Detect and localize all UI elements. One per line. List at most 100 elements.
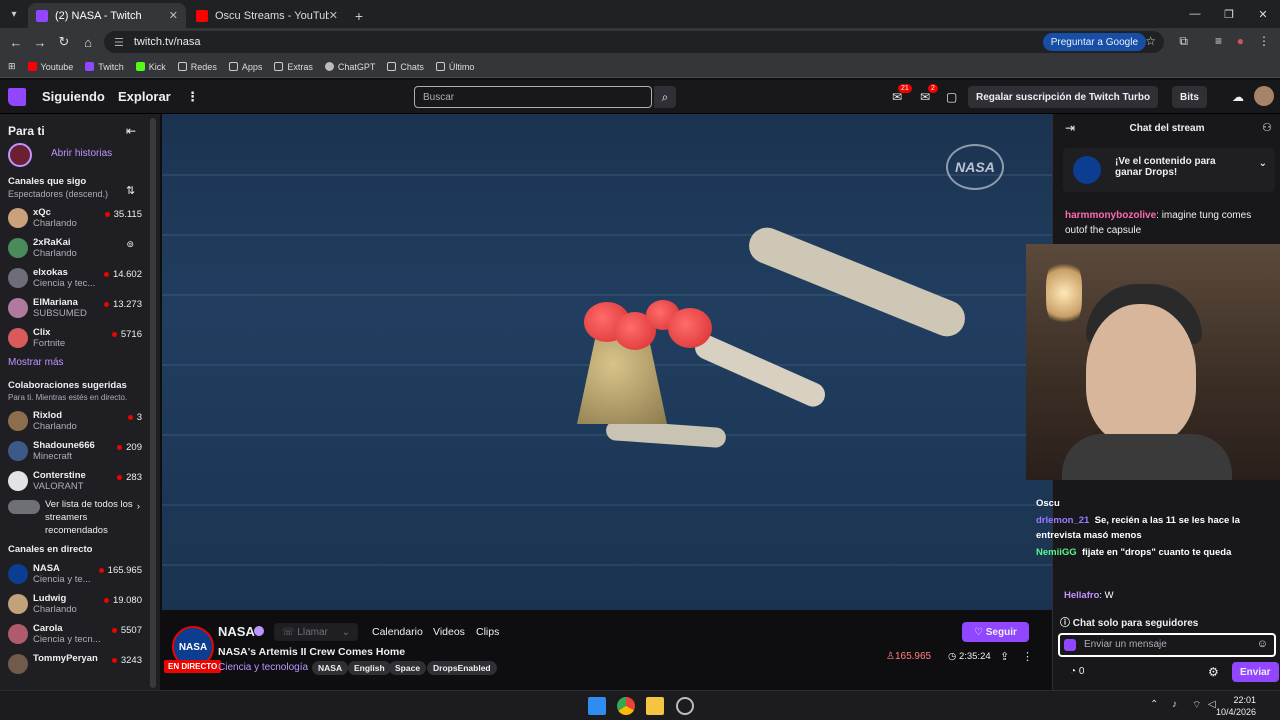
open-stories[interactable]: Abrir historias bbox=[0, 142, 160, 168]
tag-nasa[interactable]: NASA bbox=[312, 661, 349, 675]
bookmark-star-icon[interactable]: ☆ bbox=[1145, 34, 1156, 48]
tray-app-icon[interactable]: ♪ bbox=[1172, 699, 1177, 710]
sidebar-channel[interactable]: Clix Fortnite 5716 bbox=[0, 323, 160, 353]
bookmark-apps[interactable]: Apps bbox=[228, 62, 262, 72]
tab-search-icon[interactable]: ▾ bbox=[0, 0, 28, 28]
tab-videos[interactable]: Videos bbox=[433, 626, 465, 638]
user-avatar[interactable] bbox=[1254, 86, 1274, 106]
sidebar-channel[interactable]: xQc Charlando 35.115 bbox=[0, 203, 160, 233]
reload-icon[interactable]: ↻ bbox=[52, 34, 76, 50]
whispers-icon[interactable]: ▢ bbox=[946, 90, 957, 104]
followed-sort-label[interactable]: Espectadores (descend.) bbox=[0, 187, 160, 203]
bookmark-kick[interactable]: Kick bbox=[135, 62, 166, 72]
apps-grid-icon[interactable]: ⊞ bbox=[8, 61, 16, 72]
close-window-icon[interactable]: ✕ bbox=[1246, 0, 1280, 28]
tag-english[interactable]: English bbox=[348, 661, 391, 675]
restore-icon[interactable]: ❐ bbox=[1212, 0, 1246, 28]
reading-list-icon[interactable]: ≡ bbox=[1215, 34, 1222, 48]
tab-clips[interactable]: Clips bbox=[476, 626, 499, 638]
address-bar[interactable]: ☰ twitch.tv/nasa bbox=[104, 31, 1164, 53]
chevron-down-icon[interactable]: ⌄ bbox=[1259, 158, 1267, 169]
twitch-logo-icon[interactable] bbox=[8, 88, 26, 106]
bookmark-youtube[interactable]: Youtube bbox=[27, 62, 73, 72]
chat-message: harmmonybozolive: imagine tung comes out… bbox=[1065, 208, 1271, 238]
tag-dropsenabled[interactable]: DropsEnabled bbox=[427, 661, 497, 675]
extensions-icon[interactable]: ⧉ bbox=[1179, 34, 1188, 49]
browser-tab-twitch[interactable]: (2) NASA - Twitch ✕ bbox=[28, 3, 186, 28]
bookmark-redes[interactable]: Redes bbox=[177, 62, 217, 72]
search-icon[interactable]: ⌕ bbox=[654, 86, 676, 108]
video-player[interactable]: NASA bbox=[162, 114, 1052, 610]
bookmark-extras[interactable]: Extras bbox=[274, 62, 313, 72]
minimize-icon[interactable]: — bbox=[1178, 0, 1212, 28]
more-options-icon[interactable]: ⋮ bbox=[1022, 650, 1033, 663]
volume-icon[interactable]: ◁ bbox=[1208, 699, 1216, 710]
sidebar-channel[interactable]: elxokas Ciencia y tec... 14.602 bbox=[0, 263, 160, 293]
sidebar-channel[interactable]: Conterstine VALORANT 283 bbox=[0, 466, 160, 496]
sidebar-channel[interactable]: TommyPeryan 3243 bbox=[0, 649, 160, 679]
network-icon[interactable]: ⌔ bbox=[1192, 699, 1201, 712]
ask-google-button[interactable]: Preguntar a Google bbox=[1042, 33, 1146, 51]
sidebar-channel[interactable]: ElMariana SUBSUMED 13.273 bbox=[0, 293, 160, 323]
nav-browse[interactable]: Explorar bbox=[118, 89, 171, 104]
ask-google-label: Preguntar a Google bbox=[1050, 36, 1138, 48]
sidebar-channel[interactable]: Ludwig Charlando 19.080 bbox=[0, 589, 160, 619]
sidebar-channel[interactable]: Shadoune666 Minecraft 209 bbox=[0, 436, 160, 466]
browser-tab-youtube[interactable]: Oscu Streams - YouTube ✕ bbox=[188, 3, 346, 28]
drops-banner[interactable]: ¡Ve el contenido para ganar Drops! ⌄ bbox=[1063, 148, 1275, 192]
close-tab-icon[interactable]: ✕ bbox=[329, 9, 338, 22]
site-info-icon[interactable]: ☰ bbox=[114, 36, 124, 49]
show-more-link[interactable]: Mostrar más bbox=[0, 353, 160, 376]
chat-settings-icon[interactable]: ⚙ bbox=[1208, 665, 1219, 679]
gift-turbo-button[interactable]: Regalar suscripción de Twitch Turbo bbox=[968, 86, 1159, 108]
stream-category[interactable]: Ciencia y tecnología bbox=[218, 662, 308, 673]
emote-icon[interactable]: ☺ bbox=[1257, 638, 1268, 650]
system-clock[interactable]: 22:01 10/4/2026 bbox=[1216, 694, 1256, 718]
chat-username[interactable]: Hellafro bbox=[1064, 590, 1099, 601]
close-tab-icon[interactable]: ✕ bbox=[169, 9, 178, 22]
channel-points[interactable]: ◔ 0 bbox=[1070, 666, 1084, 677]
bits-button[interactable]: Bits bbox=[1172, 86, 1207, 108]
chrome-taskbar-icon[interactable] bbox=[617, 697, 635, 715]
tab-calendar[interactable]: Calendario bbox=[372, 626, 423, 638]
tray-overflow-icon[interactable]: ⌃ bbox=[1150, 699, 1158, 710]
call-button[interactable]: ☏ Llamar ⌄ bbox=[274, 623, 358, 641]
bookmark-chatgpt[interactable]: ChatGPT bbox=[324, 62, 375, 72]
profile-icon[interactable]: ● bbox=[1237, 34, 1244, 48]
chat-badge-icon[interactable] bbox=[1064, 639, 1076, 651]
app-taskbar-icon[interactable] bbox=[676, 697, 694, 715]
crown-icon[interactable]: ☁ bbox=[1232, 90, 1244, 104]
search-input[interactable]: Buscar bbox=[414, 86, 652, 108]
more-dots-icon[interactable]: ⋮ bbox=[186, 89, 199, 105]
channel-name[interactable]: NASA bbox=[218, 624, 255, 639]
tag-space[interactable]: Space bbox=[389, 661, 427, 675]
sidebar-channel[interactable]: 2xRaKai Charlando ⊚ bbox=[0, 233, 160, 263]
send-button[interactable]: Enviar bbox=[1232, 662, 1279, 682]
bookmark-chats[interactable]: Chats bbox=[387, 62, 424, 72]
forward-icon[interactable]: → bbox=[28, 35, 52, 50]
community-icon[interactable]: ⚇ bbox=[1262, 121, 1272, 134]
sidebar-channel[interactable]: NASA Ciencia y te... 165.965 bbox=[0, 559, 160, 589]
bookmark-ultimo[interactable]: Último bbox=[435, 62, 474, 72]
sidebar-scrollbar[interactable] bbox=[150, 118, 156, 688]
chat-username[interactable]: harmmonybozolive bbox=[1065, 210, 1156, 221]
collapse-sidebar-icon[interactable]: ⇤ bbox=[126, 124, 136, 138]
clock-time: 22:01 bbox=[1233, 695, 1256, 705]
send-label: Enviar bbox=[1240, 666, 1271, 678]
home-icon[interactable]: ⌂ bbox=[76, 35, 100, 50]
new-tab-icon[interactable]: + bbox=[348, 3, 370, 28]
sort-icon[interactable]: ⇅ bbox=[126, 184, 135, 197]
follow-button[interactable]: ♡ Seguir bbox=[962, 622, 1029, 642]
back-icon[interactable]: ← bbox=[4, 35, 28, 50]
share-icon[interactable]: ⇪ bbox=[1000, 650, 1009, 663]
file-explorer-icon[interactable] bbox=[646, 697, 664, 715]
sidebar-channel[interactable]: Carola Ciencia y tecn... 5507 bbox=[0, 619, 160, 649]
chat-input[interactable]: Enviar un mensaje ☺ bbox=[1058, 633, 1276, 657]
nav-following[interactable]: Siguiendo bbox=[42, 89, 105, 104]
bookmark-twitch[interactable]: Twitch bbox=[85, 62, 124, 72]
see-all-streamers[interactable]: Ver lista de todos los streamers recomen… bbox=[0, 496, 160, 540]
start-icon[interactable] bbox=[588, 697, 606, 715]
menu-icon[interactable]: ⋮ bbox=[1258, 34, 1270, 48]
inbox-icon[interactable]: ✉ bbox=[920, 90, 930, 104]
sidebar-channel[interactable]: Rixlod Charlando 3 bbox=[0, 406, 160, 436]
